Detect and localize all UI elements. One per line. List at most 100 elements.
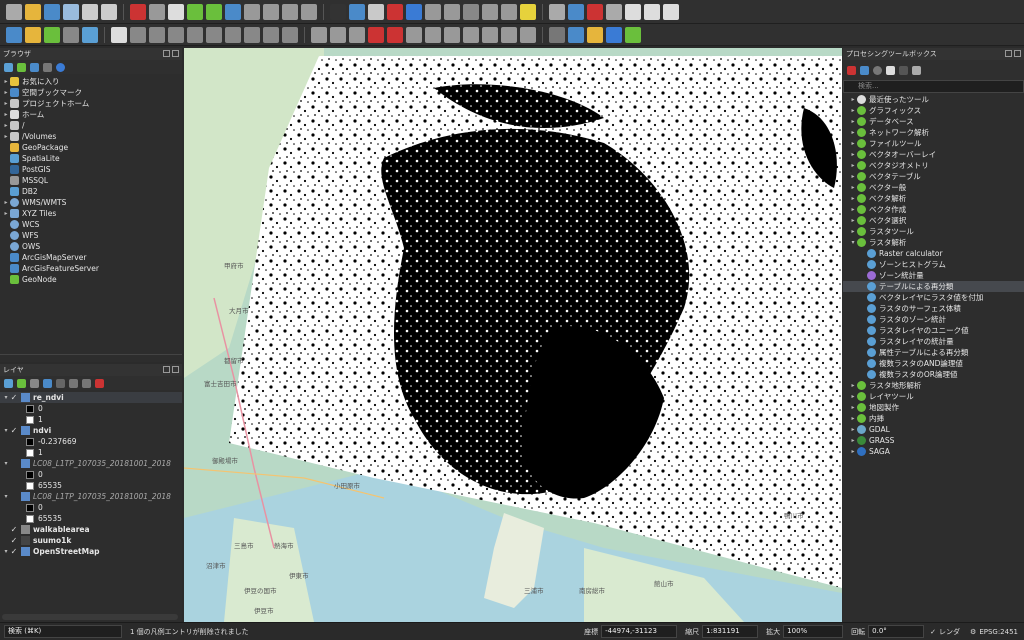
processing-algorithm[interactable]: 複数ラスタのAND論理値 [843, 358, 1024, 369]
layer-item[interactable]: ▾ ✓ OpenStreetMap [0, 546, 182, 557]
expand-arrow-icon[interactable]: ▸ [849, 380, 857, 391]
expand-arrow-icon[interactable]: ▸ [849, 413, 857, 424]
browser-item[interactable]: GeoNode [0, 274, 182, 285]
browser-item[interactable]: OWS [0, 241, 182, 252]
processing-algorithm[interactable]: ベクタレイヤにラスタ値を付加 [843, 292, 1024, 303]
digitizing-tool-icon[interactable] [82, 26, 98, 43]
digitizing-tool-icon[interactable] [330, 26, 346, 43]
layer-item[interactable]: ▾ LC08_L1TP_107035_20181001_2018 [0, 458, 182, 469]
horizontal-scrollbar[interactable] [2, 614, 178, 620]
digitizing-tool-icon[interactable] [606, 26, 622, 43]
crs-button[interactable]: EPSG:2451 [979, 628, 1018, 636]
expand-arrow-icon[interactable]: ▸ [849, 182, 857, 193]
browser-item[interactable]: ▸ / [0, 120, 182, 131]
calculator-icon[interactable] [568, 3, 584, 20]
layer-visibility-checkbox[interactable] [10, 493, 18, 501]
layer-item[interactable]: ▾ LC08_L1TP_107035_20181001_2018 [0, 491, 182, 502]
expand-arrow-icon[interactable]: ▸ [849, 204, 857, 215]
expand-arrow-icon[interactable]: ▸ [849, 171, 857, 182]
bookmark-icon[interactable] [387, 3, 403, 20]
style-manager-icon[interactable] [130, 3, 146, 20]
layer-visibility-checkbox[interactable]: ✓ [10, 547, 18, 556]
processing-algorithm[interactable]: ラスタレイヤのユニーク値 [843, 325, 1024, 336]
expand-arrow-icon[interactable]: ▾ [849, 237, 857, 248]
processing-group[interactable]: ▸ グラフィックス [843, 105, 1024, 116]
close-panel-button[interactable] [1014, 50, 1021, 57]
remove-layer-icon[interactable] [95, 378, 104, 388]
digitizing-tool-icon[interactable] [406, 26, 422, 43]
processing-group[interactable]: ▾ ラスタ解析 [843, 237, 1024, 248]
edit-icon[interactable] [899, 65, 908, 75]
digitizing-tool-icon[interactable] [282, 26, 298, 43]
processing-algorithm[interactable]: Raster calculator [843, 248, 1024, 259]
processing-group[interactable]: ▸ データベース [843, 116, 1024, 127]
expand-arrow-icon[interactable]: ▸ [2, 76, 10, 87]
processing-group[interactable]: ▸ ベクタ解析 [843, 193, 1024, 204]
layout-manager-icon[interactable] [101, 3, 117, 20]
browser-item[interactable]: ArcGisMapServer [0, 252, 182, 263]
processing-algorithm[interactable]: 属性テーブルによる再分類 [843, 347, 1024, 358]
close-panel-button[interactable] [172, 366, 179, 373]
processing-group[interactable]: ▸ SAGA [843, 446, 1024, 457]
digitizing-tool-icon[interactable] [25, 26, 41, 43]
processing-group[interactable]: ▸ ネットワーク解析 [843, 127, 1024, 138]
locator-search-input[interactable]: 検索 (⌘K) [4, 625, 122, 638]
attribute-table-icon[interactable] [501, 3, 517, 20]
pan-icon[interactable] [149, 3, 165, 20]
toolbox-icon[interactable] [520, 3, 536, 20]
refresh-icon[interactable] [17, 62, 26, 72]
browser-item[interactable]: DB2 [0, 186, 182, 197]
processing-group[interactable]: ▸ 最近使ったツール [843, 94, 1024, 105]
filter-legend-icon[interactable] [56, 378, 65, 388]
layer-item[interactable]: ▾ ✓ re_ndvi [0, 392, 182, 403]
expand-arrow-icon[interactable]: ▸ [849, 116, 857, 127]
float-button[interactable] [1005, 50, 1012, 57]
expand-arrow-icon[interactable]: ▸ [849, 105, 857, 116]
zoom-last-icon[interactable] [301, 3, 317, 20]
tips-icon[interactable] [606, 3, 622, 20]
browser-item[interactable]: WCS [0, 219, 182, 230]
open-project-icon[interactable] [25, 3, 41, 20]
info-icon[interactable] [56, 62, 65, 72]
expand-arrow-icon[interactable]: ▸ [2, 197, 10, 208]
digitizing-tool-icon[interactable] [387, 26, 403, 43]
statistics-icon[interactable] [549, 3, 565, 20]
expand-arrow-icon[interactable]: ▾ [2, 458, 10, 469]
digitizing-tool-icon[interactable] [587, 26, 603, 43]
processing-algorithm[interactable]: ラスタレイヤの統計量 [843, 336, 1024, 347]
results-icon[interactable] [886, 65, 895, 75]
expand-arrow-icon[interactable]: ▸ [849, 424, 857, 435]
processing-group[interactable]: ▸ レイヤツール [843, 391, 1024, 402]
save-project-icon[interactable] [44, 3, 60, 20]
text-annotation-icon[interactable] [625, 3, 641, 20]
refresh-icon[interactable] [406, 3, 422, 20]
layer-item[interactable]: ▾ ✓ ndvi [0, 425, 182, 436]
expand-arrow-icon[interactable]: ▸ [849, 391, 857, 402]
processing-group[interactable]: ▸ ラスタツール [843, 226, 1024, 237]
new-print-layout-icon[interactable] [82, 3, 98, 20]
zoom-full-icon[interactable] [225, 3, 241, 20]
layer-visibility-checkbox[interactable]: ✓ [10, 525, 18, 534]
browser-item[interactable]: ▸ XYZ Tiles [0, 208, 182, 219]
expand-arrow-icon[interactable]: ▸ [849, 149, 857, 160]
expand-arrow-icon[interactable]: ▸ [849, 127, 857, 138]
panel-splitter[interactable] [0, 354, 182, 358]
browser-item[interactable]: ▸ ホーム [0, 109, 182, 120]
collapse-all-icon[interactable] [43, 62, 52, 72]
digitizing-tool-icon[interactable] [130, 26, 146, 43]
coord-field[interactable]: -44974,-31123 [601, 625, 678, 638]
browser-item[interactable]: ▸ /Volumes [0, 131, 182, 142]
expand-arrow-icon[interactable]: ▸ [849, 446, 857, 457]
layer-visibility-checkbox[interactable] [10, 460, 18, 468]
digitizing-tool-icon[interactable] [520, 26, 536, 43]
digitizing-tool-icon[interactable] [368, 26, 384, 43]
digitizing-tool-icon[interactable] [482, 26, 498, 43]
digitizing-tool-icon[interactable] [463, 26, 479, 43]
measure-line-icon[interactable] [587, 3, 603, 20]
layer-item[interactable]: ✓ walkablearea [0, 524, 182, 535]
layer-visibility-checkbox[interactable]: ✓ [10, 426, 18, 435]
expand-arrow-icon[interactable]: ▸ [2, 109, 10, 120]
expand-arrow-icon[interactable]: ▸ [849, 94, 857, 105]
filter-icon[interactable] [43, 378, 52, 388]
expand-arrow-icon[interactable]: ▸ [849, 215, 857, 226]
